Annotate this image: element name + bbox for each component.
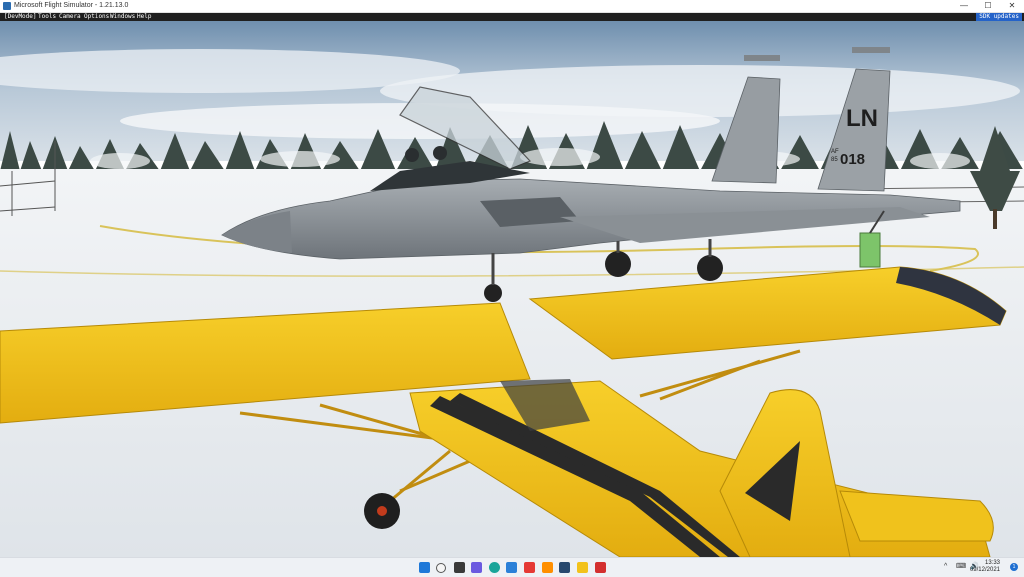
window-title: Microsoft Flight Simulator - 1.21.13.0 (14, 2, 129, 9)
file-explorer-icon[interactable] (577, 562, 588, 573)
task-view-icon[interactable] (454, 562, 465, 573)
jet-tail-serial: 018 (840, 151, 865, 168)
menu-help[interactable]: Help (137, 13, 151, 21)
windows-taskbar: ^ ⌨ 🔊 13:33 09/12/2021 1 (0, 557, 1024, 577)
system-clock[interactable]: 13:33 09/12/2021 (970, 560, 1000, 574)
app-icon-red[interactable] (524, 562, 535, 573)
close-button[interactable]: ✕ (1000, 0, 1024, 12)
edge-icon[interactable] (489, 562, 500, 573)
simulator-viewport[interactable]: LN AF 85 018 (0, 21, 1024, 557)
clock-date: 09/12/2021 (969, 567, 1000, 573)
menu-tools[interactable]: Tools (38, 13, 56, 21)
search-icon[interactable] (436, 563, 446, 573)
tray-overflow-icon[interactable]: ^ (944, 562, 947, 572)
dev-menu-bar: [DevMode] Tools Camera Options Windows H… (0, 13, 1024, 21)
clock-time: 13:33 (984, 560, 1000, 566)
jet-tail-af: AF (831, 149, 839, 155)
jet-tail-year: 85 (831, 157, 838, 163)
app-icon (3, 2, 11, 10)
sdk-updates-button[interactable]: SDK updates (976, 13, 1022, 21)
maximize-button[interactable]: ☐ (976, 0, 1000, 12)
menu-options[interactable]: Options (84, 13, 109, 21)
store-icon[interactable] (506, 562, 517, 573)
menu-camera[interactable]: Camera (59, 13, 81, 21)
photos-icon[interactable] (595, 562, 606, 573)
minimize-button[interactable]: — (952, 0, 976, 12)
menu-windows[interactable]: Windows (110, 13, 135, 21)
scene-render: LN AF 85 018 (0, 21, 1024, 557)
jet-tail-code: LN (846, 105, 878, 132)
notification-badge[interactable]: 1 (1010, 563, 1018, 571)
windows-start-icon[interactable] (419, 562, 430, 573)
app-icon-orange[interactable] (542, 562, 553, 573)
window-title-bar[interactable]: Microsoft Flight Simulator - 1.21.13.0 —… (0, 0, 1024, 13)
menu-devmode[interactable]: [DevMode] (4, 13, 37, 21)
keyboard-icon[interactable]: ⌨ (956, 562, 966, 572)
chat-icon[interactable] (471, 562, 482, 573)
app-icon-blue[interactable] (559, 562, 570, 573)
